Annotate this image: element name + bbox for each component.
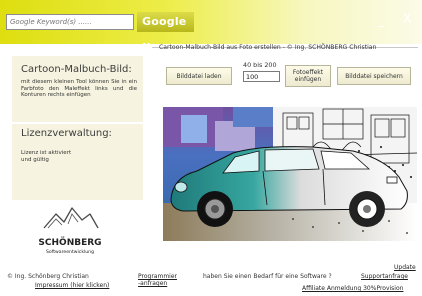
programmer-requests-line2: -anfragen <box>138 280 168 287</box>
strength-input[interactable] <box>243 71 280 82</box>
schoenberg-logo[interactable]: SCHÖNBERG Softwareentwicklung <box>38 202 102 260</box>
load-image-button[interactable]: Bilddatei laden <box>166 67 232 85</box>
apply-effect-label-2: einfügen <box>294 76 322 83</box>
google-search-input[interactable] <box>6 14 134 30</box>
logo-name: SCHÖNBERG <box>38 237 101 248</box>
license-title: Lizenzverwaltung: <box>21 128 112 139</box>
app-window: Google .. _ X Cartoon-Malbuch-Bild: mit … <box>0 0 422 296</box>
strength-range-hint: 40 bis 200 <box>243 61 277 69</box>
mountain-logo-icon: SCHÖNBERG Softwareentwicklung <box>38 207 102 255</box>
image-preview <box>163 107 417 241</box>
impressum-link[interactable]: Impressum (hier klicken) <box>35 282 109 289</box>
logo-tagline: Softwareentwicklung <box>46 249 94 255</box>
programmer-requests-link[interactable]: Programmier -anfragen <box>138 273 177 287</box>
programmer-requests-line1: Programmier <box>138 273 177 280</box>
copyright-text: © Ing. Schönberg Christian <box>7 273 89 280</box>
cartoon-car-image <box>163 107 417 241</box>
title-bar: Google .. _ X <box>0 0 422 48</box>
app-description: mit diesem kleinen Tool können Sie in ei… <box>21 79 137 99</box>
apply-effect-label-1: Fotoeffekt <box>292 69 324 76</box>
google-search-button[interactable]: Google .. <box>137 12 194 48</box>
save-image-button[interactable]: Bilddatei speichern <box>337 67 411 85</box>
affiliate-link[interactable]: Affiliate Anmeldung 30%Provision <box>302 285 403 292</box>
software-question: haben Sie einen Bedarf für eine Software… <box>203 273 332 280</box>
support-request-link[interactable]: Supportanfrage <box>361 273 408 280</box>
group-title: Cartoon-Malbuch-Bild aus Foto erstellen … <box>159 44 377 51</box>
close-icon[interactable]: X <box>403 13 412 27</box>
update-link[interactable]: Update <box>394 264 416 271</box>
description-panel: Cartoon-Malbuch-Bild: mit diesem kleinen… <box>12 56 143 122</box>
license-panel: Lizenzverwaltung: Lizenz ist aktiviert u… <box>12 124 143 200</box>
app-title: Cartoon-Malbuch-Bild: <box>21 64 132 75</box>
license-status: Lizenz ist aktiviert und gültig <box>21 150 72 163</box>
minimize-icon[interactable]: _ <box>378 14 385 28</box>
apply-effect-button[interactable]: Fotoeffekt einfügen <box>285 65 331 87</box>
